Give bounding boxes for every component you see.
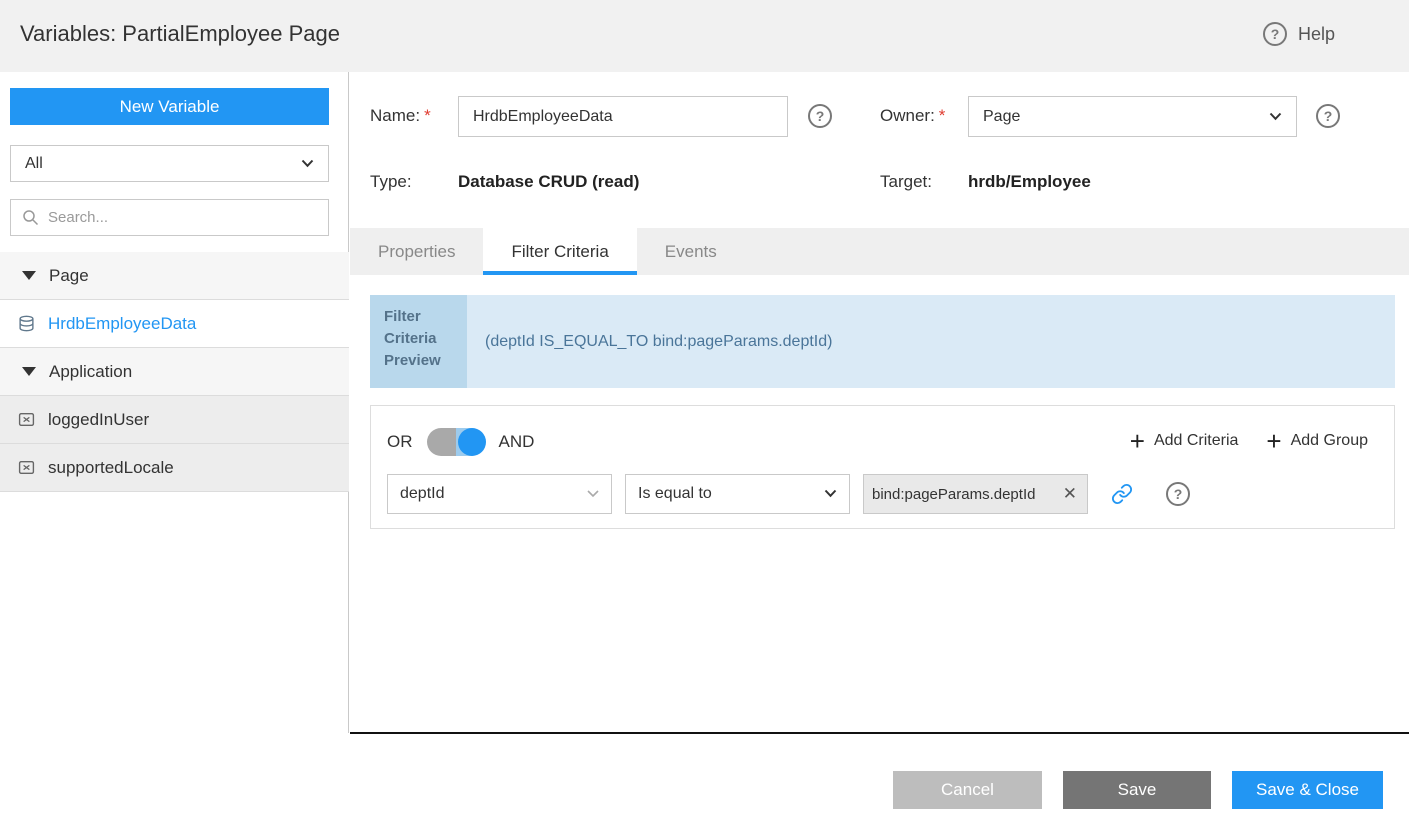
add-group-button[interactable]: + Add Group	[1266, 428, 1368, 454]
owner-select[interactable]: Page	[968, 96, 1297, 137]
name-label: Name:*	[370, 106, 431, 126]
tree-group-page[interactable]: Page	[0, 252, 349, 300]
help-icon: ?	[1263, 22, 1287, 46]
operator-select[interactable]: Is equal to	[625, 474, 850, 514]
or-label: OR	[387, 432, 413, 452]
preview-label: Filter Criteria Preview	[370, 295, 467, 388]
criteria-builder: OR AND + Add Criteria + Add Group deptId	[370, 405, 1395, 529]
required-marker: *	[424, 106, 431, 125]
tree-group-label: Application	[49, 362, 132, 382]
static-variable-icon	[18, 459, 35, 476]
plus-icon: +	[1266, 428, 1281, 454]
value-binding-text: bind:pageParams.deptId	[872, 486, 1061, 503]
help-label: Help	[1298, 24, 1335, 45]
tree-item-label: loggedInUser	[48, 410, 149, 430]
add-group-label: Add Group	[1291, 432, 1368, 450]
caret-down-icon	[22, 367, 36, 376]
footer-actions: Cancel Save Save & Close	[893, 771, 1383, 809]
chevron-down-icon	[587, 485, 599, 503]
field-select[interactable]: deptId	[387, 474, 612, 514]
variable-filter-select[interactable]: All	[10, 145, 329, 182]
target-label: Target:	[880, 172, 932, 192]
type-value: Database CRUD (read)	[458, 172, 639, 192]
criteria-actions: + Add Criteria + Add Group	[1130, 428, 1368, 454]
filter-criteria-preview: Filter Criteria Preview (deptId IS_EQUAL…	[370, 295, 1395, 388]
operator-select-value: Is equal to	[638, 485, 712, 503]
save-button[interactable]: Save	[1063, 771, 1211, 809]
bind-link-icon[interactable]	[1111, 483, 1133, 505]
footer-divider	[350, 732, 1409, 734]
tree-item-loggedinuser[interactable]: loggedInUser	[0, 396, 349, 444]
add-criteria-button[interactable]: + Add Criteria	[1130, 428, 1239, 454]
new-variable-button[interactable]: New Variable	[10, 88, 329, 125]
static-variable-icon	[18, 411, 35, 428]
value-binding-chip[interactable]: bind:pageParams.deptId ✕	[863, 474, 1088, 514]
toggle-knob	[458, 428, 486, 456]
and-label: AND	[499, 432, 535, 452]
save-and-close-button[interactable]: Save & Close	[1232, 771, 1383, 809]
search-icon	[22, 209, 39, 226]
chevron-down-icon	[301, 155, 314, 173]
detail-tabs: Properties Filter Criteria Events	[350, 228, 1409, 275]
tree-item-label: supportedLocale	[48, 458, 174, 478]
variable-tree: Page HrdbEmployeeData Application logged…	[0, 252, 349, 492]
add-criteria-label: Add Criteria	[1154, 432, 1238, 450]
criteria-help-icon[interactable]: ?	[1166, 482, 1190, 506]
cancel-button[interactable]: Cancel	[893, 771, 1042, 809]
tab-properties[interactable]: Properties	[350, 228, 483, 275]
required-marker: *	[939, 106, 946, 125]
variable-filter-value: All	[25, 155, 43, 173]
variables-dialog: Variables: PartialEmployee Page ? Help N…	[0, 0, 1409, 838]
criteria-row: deptId Is equal to bind:pageParams.deptI…	[387, 474, 1190, 514]
plus-icon: +	[1130, 428, 1145, 454]
tree-item-label: HrdbEmployeeData	[48, 314, 196, 334]
variable-search	[10, 199, 329, 236]
name-help-icon[interactable]: ?	[808, 104, 832, 128]
page-title: Variables: PartialEmployee Page	[20, 21, 340, 47]
owner-help-icon[interactable]: ?	[1316, 104, 1340, 128]
variables-sidebar: New Variable All Page HrdbEmployeeData	[0, 72, 349, 733]
help-button[interactable]: ? Help	[1263, 22, 1335, 46]
preview-expression: (deptId IS_EQUAL_TO bind:pageParams.dept…	[467, 295, 1395, 388]
tree-group-application[interactable]: Application	[0, 348, 349, 396]
field-select-value: deptId	[400, 485, 444, 503]
caret-down-icon	[22, 271, 36, 280]
owner-select-value: Page	[983, 108, 1020, 126]
owner-label: Owner:*	[880, 106, 945, 126]
tree-item-supportedlocale[interactable]: supportedLocale	[0, 444, 349, 492]
close-icon[interactable]: ✕	[1061, 484, 1079, 504]
tree-group-label: Page	[49, 266, 89, 286]
and-or-toggle[interactable]	[427, 428, 485, 456]
tab-filter-criteria[interactable]: Filter Criteria	[483, 228, 636, 275]
tab-events[interactable]: Events	[637, 228, 745, 275]
chevron-down-icon	[1269, 108, 1282, 126]
variable-detail-panel: Name:* ? Owner:* Page ? Type: Database C…	[350, 72, 1409, 838]
logic-toggle-group: OR AND	[387, 428, 534, 456]
database-variable-icon	[18, 315, 35, 332]
tree-item-hrdbemployeedata[interactable]: HrdbEmployeeData	[0, 300, 349, 348]
search-input[interactable]	[48, 209, 317, 226]
dialog-header: Variables: PartialEmployee Page ? Help	[0, 0, 1409, 72]
name-input[interactable]	[458, 96, 788, 137]
type-label: Type:	[370, 172, 412, 192]
target-value: hrdb/Employee	[968, 172, 1091, 192]
chevron-down-icon	[824, 485, 837, 503]
